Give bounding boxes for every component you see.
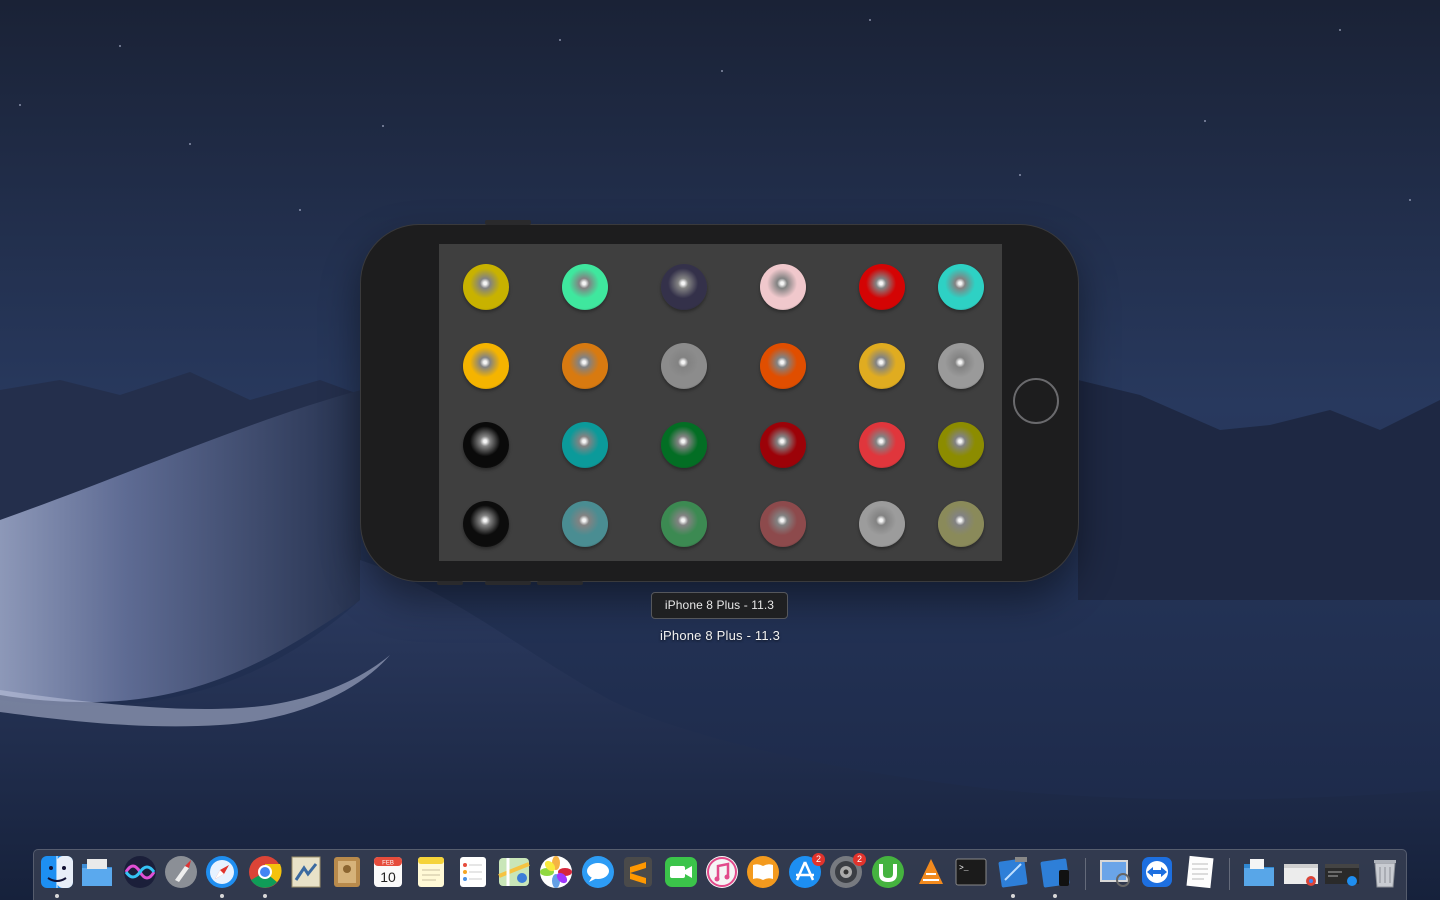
ball-r1-c5[interactable] [859,264,905,310]
contacts-icon[interactable] [329,854,365,890]
running-indicator [220,894,224,898]
preview-icon[interactable] [1097,854,1133,890]
utorrent-icon[interactable] [870,854,906,890]
ball-r2-c4[interactable] [760,343,806,389]
ball-r4-c4[interactable] [760,501,806,547]
silent-switch[interactable] [437,581,463,585]
ball-r3-c6[interactable] [938,422,984,468]
itunes-icon[interactable] [704,854,740,890]
terminal-prompt: >_ [959,864,969,873]
ball-r2-c5[interactable] [859,343,905,389]
ibooks-icon[interactable] [745,854,781,890]
device-label: iPhone 8 Plus - 11.3 [659,628,781,643]
ball-r2-c2[interactable] [562,343,608,389]
simulator-screen[interactable] [439,244,1002,561]
ball-r3-c4[interactable] [760,422,806,468]
running-indicator [1011,894,1015,898]
ball-r1-c3[interactable] [661,264,707,310]
teamviewer-icon[interactable] [1139,854,1175,890]
calendar-icon[interactable]: FEB 10 [370,854,406,890]
ball-r4-c2[interactable] [562,501,608,547]
sublime-text-icon[interactable] [620,854,656,890]
ball-r1-c2[interactable] [562,264,608,310]
volume-down-button[interactable] [537,581,583,585]
messages-icon[interactable] [580,854,616,890]
facetime-icon[interactable] [663,854,699,890]
running-indicator [1053,894,1057,898]
running-indicator [55,894,59,898]
chrome-icon[interactable] [247,854,283,890]
safari-icon[interactable] [204,854,240,890]
launchpad-icon[interactable] [163,854,199,890]
ball-r3-c1[interactable] [463,422,509,468]
running-indicator [263,894,267,898]
reminders-icon[interactable] [455,854,491,890]
terminal-icon[interactable]: >_ [953,854,989,890]
calendar-month: FEB [382,861,394,867]
ball-r1-c1[interactable] [463,264,509,310]
ball-r1-c6[interactable] [938,264,984,310]
chrome-window-icon[interactable] [1283,854,1319,890]
photos-icon[interactable] [538,854,574,890]
vlc-cone-icon[interactable] [913,854,949,890]
ball-r3-c5[interactable] [859,422,905,468]
documents-folder-icon[interactable] [1241,854,1277,890]
trash-icon[interactable] [1367,854,1403,890]
calendar-day: 10 [380,869,396,885]
notification-badge: 2 [853,853,866,866]
volume-up-button[interactable] [485,581,531,585]
ball-r4-c3[interactable] [661,501,707,547]
home-button[interactable] [1013,378,1059,424]
textedit-icon[interactable] [1182,854,1218,890]
dock-separator [1229,858,1230,890]
file-manager-icon[interactable] [79,854,115,890]
ball-r1-c4[interactable] [760,264,806,310]
device-tooltip: iPhone 8 Plus - 11.3 [651,592,788,619]
safari-window-icon[interactable] [1324,854,1360,890]
ball-r3-c2[interactable] [562,422,608,468]
siri-icon[interactable] [122,854,158,890]
ball-r4-c6[interactable] [938,501,984,547]
dock-separator [1085,858,1086,890]
ball-r2-c3[interactable] [661,343,707,389]
xcode-icon[interactable] [995,854,1031,890]
notification-badge: 2 [812,853,825,866]
ball-r2-c6[interactable] [938,343,984,389]
iphone-simulator-device [361,220,1078,585]
finder-icon[interactable] [39,854,75,890]
ball-r4-c5[interactable] [859,501,905,547]
maps-icon[interactable] [496,854,532,890]
ball-r3-c3[interactable] [661,422,707,468]
simulator-icon[interactable] [1037,854,1073,890]
ball-r2-c1[interactable] [463,343,509,389]
mail-stamp-icon[interactable] [288,854,324,890]
ball-r4-c1[interactable] [463,501,509,547]
notes-icon[interactable] [413,854,449,890]
power-button[interactable] [485,220,531,225]
